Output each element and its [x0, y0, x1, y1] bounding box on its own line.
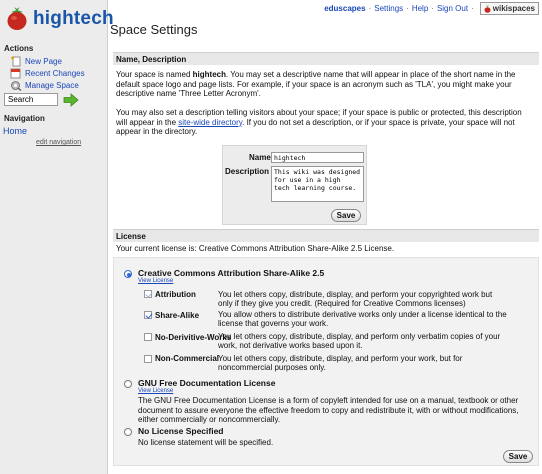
sidebar-item-manage-space[interactable]: Manage Space [10, 80, 79, 91]
tomato-logo-icon [7, 7, 27, 30]
checkbox-non-commercial[interactable] [144, 355, 152, 363]
attribution-description: You let others copy, distribute, display… [218, 290, 493, 308]
sidebar-item-label: Recent Changes [25, 69, 85, 78]
name-paragraph: Your space is named hightech. You may se… [116, 70, 516, 98]
separator: · [406, 4, 409, 13]
sidebar-item-label: Manage Space [25, 81, 79, 90]
separator: · [471, 4, 474, 13]
space-short-name: hightech [192, 70, 226, 79]
sidebar-item-recent-changes[interactable]: Recent Changes [10, 68, 85, 79]
license-options: Creative Commons Attribution Share-Alike… [113, 257, 539, 466]
top-navigation: eduscapes · Settings · Help · Sign Out ·… [324, 2, 539, 15]
gnu-fdl-title: GNU Free Documentation License [138, 378, 276, 388]
search-arrow-icon[interactable] [63, 93, 79, 107]
search-input[interactable]: Search [4, 93, 58, 106]
help-link[interactable]: Help [412, 4, 428, 13]
license-heading: License [113, 229, 539, 242]
radio-creative-commons[interactable] [124, 270, 132, 278]
checkbox-share-alike[interactable] [144, 311, 152, 319]
current-license-text: Your current license is: Creative Common… [116, 244, 395, 253]
page-title: Space Settings [110, 22, 198, 37]
name-description-form: Name hightech Description This wiki was … [222, 145, 367, 225]
checkbox-no-derivative-works[interactable] [144, 333, 152, 341]
share-alike-label: Share-Alike [155, 311, 200, 320]
share-alike-description: You allow others to distribute derivativ… [218, 310, 507, 328]
name-description-heading: Name, Description [113, 52, 539, 65]
manage-space-icon [11, 81, 22, 91]
calendar-icon [10, 68, 21, 79]
checkbox-attribution[interactable] [144, 290, 152, 298]
creative-commons-title: Creative Commons Attribution Share-Alike… [138, 268, 325, 278]
no-derivative-works-description: You let others copy, distribute, display… [218, 332, 501, 350]
site-link[interactable]: eduscapes [324, 4, 365, 13]
nav-home-link[interactable]: Home [3, 126, 27, 136]
attribution-label: Attribution [155, 290, 196, 299]
actions-heading: Actions [4, 44, 34, 53]
wikispaces-badge[interactable]: wikispaces [479, 2, 539, 15]
view-license-link[interactable]: View License [138, 278, 173, 284]
sidebar-item-new-page[interactable]: New Page [10, 56, 62, 67]
description-textarea[interactable]: This wiki was designed for use in a high… [271, 166, 364, 202]
separator: · [431, 4, 434, 13]
save-license-button[interactable]: Save [503, 450, 533, 463]
no-license-description: No license statement will be specified. [138, 438, 274, 447]
site-wide-directory-link[interactable]: site-wide directory [178, 118, 242, 127]
new-page-icon [11, 56, 21, 67]
no-license-title: No License Specified [138, 426, 224, 436]
wikispaces-label: wikispaces [492, 4, 535, 13]
navigation-heading: Navigation [4, 114, 45, 123]
non-commercial-label: Non-Commercial [155, 354, 220, 363]
space-name: hightech [33, 8, 114, 29]
settings-link[interactable]: Settings [374, 4, 403, 13]
name-label: Name [249, 153, 271, 162]
radio-no-license[interactable] [124, 428, 132, 436]
gnu-fdl-description: The GNU Free Documentation License is a … [138, 396, 519, 424]
space-logo[interactable]: hightech [6, 6, 114, 32]
edit-navigation-link[interactable]: edit navigation [36, 139, 81, 146]
sign-out-link[interactable]: Sign Out [437, 4, 468, 13]
wikispaces-logo-icon [484, 4, 491, 13]
description-paragraph: You may also set a description telling v… [116, 108, 522, 136]
sidebar: hightech Actions New Page Recent Changes… [0, 0, 114, 474]
radio-gnu-fdl[interactable] [124, 380, 132, 388]
sidebar-item-label: New Page [25, 57, 62, 66]
non-commercial-description: You let others copy, distribute, display… [218, 354, 463, 372]
save-name-button[interactable]: Save [331, 209, 361, 222]
separator: · [368, 4, 372, 13]
name-input[interactable]: hightech [271, 152, 364, 163]
view-license-link[interactable]: View License [138, 388, 173, 394]
description-label: Description [225, 167, 270, 176]
